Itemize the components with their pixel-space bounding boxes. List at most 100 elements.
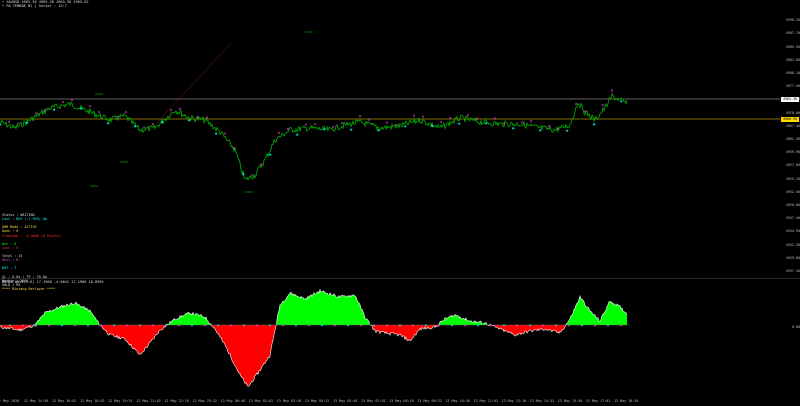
level-price-tag: 4960.90 bbox=[781, 117, 799, 122]
buy-arrow-icon: ✚ bbox=[61, 323, 64, 328]
price-axis-label: 4970.00 bbox=[785, 110, 800, 115]
sell-arrow-icon: ✕ bbox=[61, 100, 64, 106]
indicator-canvas[interactable]: ✚ ✚ ✚ ✚ ✚ ✚ ✚ ✚ ✚ ✚ ✚ ✚ ✚ ✚ ✚ ✚ ✚ ✚ ✚ ✚ ✚ ✚ ✚ ✚ ✚ ✚ ✚ ✚ ✚ ✚ ✚ ✚ ✚ ✚ ✚ ✚ ✚ ✚ ✚ ✚… bbox=[0, 279, 780, 392]
indicator-fill bbox=[277, 289, 369, 325]
price-axis-label: 4977.50 bbox=[785, 84, 800, 89]
time-axis-label: 13 May 02:02 bbox=[248, 399, 274, 403]
sell-arrow-icon: ✚ bbox=[438, 323, 441, 328]
sell-arrow-icon: ✕ bbox=[178, 107, 181, 113]
buy-arrow-icon: ✚ bbox=[403, 124, 406, 130]
sell-arrow-icon: ✕ bbox=[250, 173, 253, 179]
buy-arrow-icon: ✚ bbox=[217, 323, 220, 328]
sell-arrow-icon: ✚ bbox=[490, 323, 493, 328]
sell-arrow-icon: ✕ bbox=[520, 120, 523, 126]
sell-arrow-icon: ✕ bbox=[412, 113, 415, 119]
sell-arrow-icon: ✕ bbox=[259, 162, 262, 168]
buy-arrow-icon: ✚ bbox=[592, 121, 595, 127]
indicator-fill bbox=[100, 325, 166, 355]
price-axis-label: 4957.60 bbox=[785, 163, 800, 168]
time-axis-label: 13 May 17:02 bbox=[585, 399, 611, 403]
sell-arrow-icon: ✚ bbox=[516, 323, 519, 328]
buy-arrow-icon: ✚ bbox=[214, 131, 217, 137]
sell-arrow-icon: ✕ bbox=[466, 112, 469, 118]
sell-arrow-icon: ✕ bbox=[583, 109, 586, 115]
sell-arrow-icon: ✕ bbox=[502, 121, 505, 127]
buy-arrow-icon: ✚ bbox=[25, 120, 28, 126]
price-axis-label: 4959.90 bbox=[785, 150, 800, 155]
buy-arrow-icon: ✚ bbox=[113, 323, 116, 328]
time-axis-label: 12 May 21:02 bbox=[136, 399, 161, 403]
time-axis-label: 13 May 08:16 bbox=[389, 399, 414, 403]
buy-arrow-icon: ✚ bbox=[477, 323, 480, 328]
buy-arrow-icon: ✚ bbox=[322, 127, 325, 133]
indicator-fill bbox=[0, 325, 33, 332]
indicator-fill bbox=[212, 325, 276, 387]
buy-arrow-icon: ✚ bbox=[347, 323, 350, 328]
buy-arrow-icon: ✚ bbox=[607, 323, 610, 328]
sell-arrow-icon: ✕ bbox=[142, 125, 145, 131]
sell-arrow-icon: ✚ bbox=[334, 323, 337, 328]
sell-arrow-icon: ✕ bbox=[205, 115, 208, 121]
time-axis-label: 12 May 23:32 bbox=[192, 399, 217, 403]
price-axis-label: 4937.40 bbox=[785, 269, 800, 273]
sell-arrow-icon: ✚ bbox=[48, 323, 51, 328]
sell-arrow-icon: ✕ bbox=[16, 121, 19, 127]
price-axis-label: 4947.40 bbox=[785, 216, 800, 221]
sell-arrow-icon: ✕ bbox=[610, 88, 613, 94]
buy-arrow-icon: ✚ bbox=[106, 120, 109, 126]
buy-arrow-icon: ✚ bbox=[35, 323, 38, 328]
buy-arrow-icon: ✚ bbox=[187, 117, 190, 123]
indicator-panel[interactable]: ✚ ✚ ✚ ✚ ✚ ✚ ✚ ✚ ✚ ✚ ✚ ✚ ✚ ✚ ✚ ✚ ✚ ✚ ✚ ✚ ✚ ✚ ✚ ✚ ✚ ✚ ✚ ✚ ✚ ✚ ✚ ✚ ✚ ✚ ✚ ✚ ✚ ✚ ✚ ✚… bbox=[0, 279, 780, 392]
buy-arrow-icon: ✚ bbox=[191, 323, 194, 328]
sell-arrow-icon: ✕ bbox=[367, 117, 370, 123]
time-axis-label: 12 May 16:02 bbox=[51, 399, 77, 403]
buy-arrow-icon: ✚ bbox=[160, 120, 163, 126]
buy-arrow-icon: ✚ bbox=[268, 152, 271, 158]
sell-arrow-icon: ✕ bbox=[493, 116, 496, 122]
buy-arrow-icon: ✚ bbox=[349, 127, 352, 133]
price-axis-label: 4939.80 bbox=[785, 255, 800, 260]
time-axis-label: 13 May 12:02 bbox=[473, 399, 498, 403]
time-axis-label: 12 May 14:50 bbox=[23, 399, 49, 403]
sell-arrow-icon: ✚ bbox=[178, 323, 181, 328]
price-chart-canvas[interactable]: ✚ ✕ ✕ ✚ ✕ ✕ ✚ ✕ ✕ ✚ ✕ ✕ ✚ ✕ ✕ ✚ ✕ ✕ ✚ ✕ ✕ ✚ ✕ ✕ ✚ ✕ ✕ ✚ ✕ ✕ ✚ ✕ ✕ ✚ ✕ ✕ ✚ ✕ ✕ ✚… bbox=[0, 0, 780, 277]
sell-arrow-icon: ✕ bbox=[448, 116, 451, 122]
buy-arrow-icon: ✚ bbox=[0, 122, 2, 128]
buy-arrow-icon: ✚ bbox=[243, 323, 246, 328]
price-axis-label: 4962.30 bbox=[785, 137, 800, 141]
indicator-fill bbox=[36, 302, 99, 325]
sell-arrow-icon: ✕ bbox=[394, 122, 397, 128]
time-axis-label: 13 May 00:48 bbox=[220, 399, 246, 403]
sell-arrow-icon: ✕ bbox=[7, 119, 10, 125]
status-line: Sell : 8 bbox=[2, 258, 19, 263]
sell-arrow-icon: ✕ bbox=[43, 108, 46, 114]
price-line bbox=[0, 92, 628, 181]
sell-arrow-icon: ✚ bbox=[256, 323, 259, 328]
trading-chart-window[interactable]: ✚ ✕ ✕ ✚ ✕ ✕ ✚ ✕ ✕ ✚ ✕ ✕ ✚ ✕ ✕ ✚ ✕ ✕ ✚ ✕ ✕ ✚ ✕ ✕ ✚ ✕ ✕ ✚ ✕ ✕ ✚ ✕ ✕ ✚ ✕ ✕ ✚ ✕ ✕ ✚… bbox=[0, 0, 800, 406]
sell-arrow-icon: ✕ bbox=[574, 101, 577, 107]
sell-arrow-icon: ✚ bbox=[204, 323, 207, 328]
time-axis-label: 12 May 22:16 bbox=[164, 399, 189, 403]
sell-arrow-icon: ✕ bbox=[556, 126, 559, 132]
sell-arrow-icon: ✕ bbox=[124, 110, 127, 116]
buy-arrow-icon: ✚ bbox=[425, 323, 428, 328]
sell-arrow-icon: ✚ bbox=[360, 323, 363, 328]
buy-arrow-icon: ✚ bbox=[241, 171, 244, 177]
sell-arrow-icon: ✚ bbox=[542, 323, 545, 328]
sell-arrow-icon: ✕ bbox=[232, 146, 235, 152]
time-axis-label: 12 May 19:31 bbox=[108, 399, 133, 403]
time-axis-label: 12 May 18:02 bbox=[80, 399, 105, 403]
sell-arrow-icon: ✕ bbox=[313, 122, 316, 128]
price-axis-label: 4952.50 bbox=[785, 189, 800, 194]
price-axis-label: 4980.10 bbox=[785, 71, 800, 75]
sell-arrow-icon: ✕ bbox=[421, 114, 424, 120]
buy-arrow-icon: ✚ bbox=[457, 121, 460, 127]
price-chart-panel[interactable]: ✚ ✕ ✕ ✚ ✕ ✕ ✚ ✕ ✕ ✚ ✕ ✕ ✚ ✕ ✕ ✚ ✕ ✕ ✚ ✕ ✕ ✚ ✕ ✕ ✚ ✕ ✕ ✚ ✕ ✕ ✚ ✕ ✕ ✚ ✕ ✕ ✚ ✕ ✕ ✚… bbox=[0, 0, 780, 291]
price-axis-label: 4950.00 bbox=[785, 203, 800, 207]
sell-arrow-icon: ✕ bbox=[277, 131, 280, 137]
sell-arrow-icon: ✚ bbox=[568, 323, 571, 328]
buy-arrow-icon: ✚ bbox=[430, 123, 433, 129]
sell-arrow-icon: ✕ bbox=[385, 120, 388, 126]
price-axis-label: 4990.30 bbox=[785, 18, 800, 23]
buy-arrow-icon: ✚ bbox=[165, 323, 168, 328]
